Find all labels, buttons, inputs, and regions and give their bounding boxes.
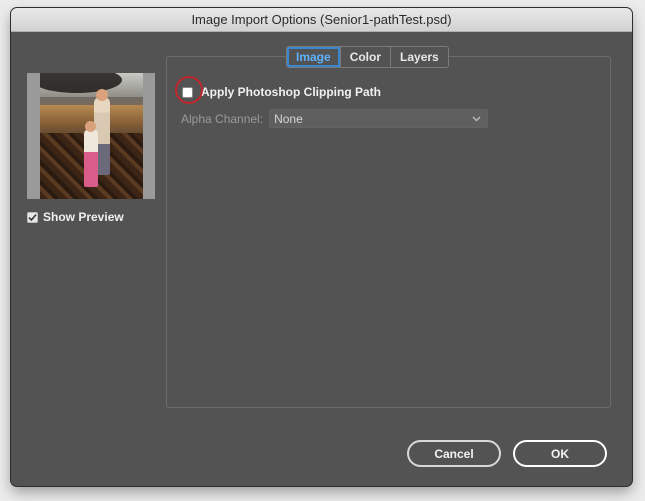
chevron-down-icon (472, 116, 481, 121)
cancel-button[interactable]: Cancel (407, 440, 501, 467)
ok-button[interactable]: OK (513, 440, 607, 467)
image-import-options-dialog: Image Import Options (Senior1-pathTest.p… (11, 8, 632, 486)
red-circle-annotation (175, 76, 203, 104)
tab-color[interactable]: Color (339, 47, 390, 67)
title-bar: Image Import Options (Senior1-pathTest.p… (11, 8, 632, 32)
alpha-channel-label: Alpha Channel: (181, 111, 264, 126)
show-preview-checkbox[interactable]: Show Preview (27, 210, 124, 224)
checkmark-icon (28, 213, 37, 221)
checkbox[interactable] (27, 211, 38, 223)
tab-image[interactable]: Image (287, 47, 340, 67)
tab-layers[interactable]: Layers (390, 47, 448, 67)
preview-image (40, 73, 143, 199)
apply-clipping-path-label: Apply Photoshop Clipping Path (201, 85, 381, 99)
show-preview-label: Show Preview (43, 210, 124, 224)
window-title: Image Import Options (Senior1-pathTest.p… (191, 12, 452, 27)
apply-clipping-path-checkbox[interactable]: Apply Photoshop Clipping Path (182, 85, 381, 99)
alpha-channel-dropdown[interactable]: None (269, 109, 489, 128)
preview-thumbnail-frame (27, 73, 155, 199)
alpha-channel-value: None (274, 111, 303, 126)
tab-bar: Image Color Layers (286, 46, 449, 68)
alpha-channel-row: Alpha Channel: None (181, 109, 489, 128)
